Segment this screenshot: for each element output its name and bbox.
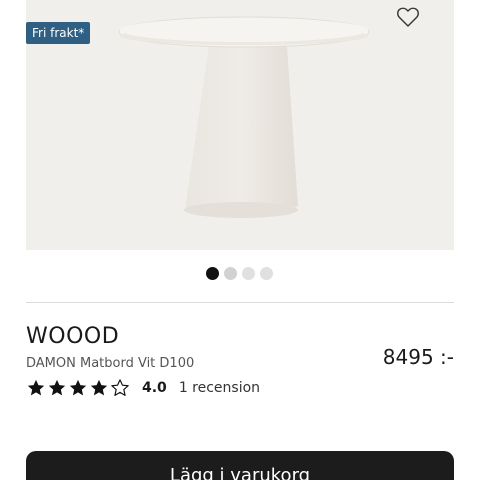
review-count-link[interactable]: 1 recension — [179, 380, 260, 396]
free-shipping-badge: Fri frakt* — [26, 22, 91, 44]
product-name: DAMON Matbord Vit D100 — [26, 356, 195, 371]
product-image-carousel[interactable]: Fri frakt* — [26, 0, 454, 250]
divider — [26, 302, 454, 303]
star-filled-icon — [27, 379, 45, 396]
product-image — [118, 16, 370, 218]
rating-value: 4.0 — [142, 380, 167, 396]
carousel-dot[interactable] — [224, 267, 237, 280]
product-brand: WOOOD — [26, 324, 120, 349]
star-outline-icon — [111, 379, 129, 396]
product-price: 8495 :- — [382, 345, 454, 369]
product-page: Fri frakt* WOOOD DAMON Matbord Vit D100 … — [0, 0, 480, 480]
add-to-cart-button[interactable]: Lägg i varukorg — [26, 451, 454, 480]
star-filled-icon — [69, 379, 87, 396]
carousel-dot[interactable] — [242, 267, 255, 280]
product-rating: 4.0 1 recension — [26, 378, 260, 398]
heart-outline-icon[interactable] — [396, 6, 420, 28]
rating-stars — [26, 378, 130, 398]
star-filled-icon — [90, 379, 108, 396]
carousel-dot[interactable] — [206, 267, 219, 280]
carousel-pagination — [206, 267, 273, 280]
star-filled-icon — [48, 379, 66, 396]
carousel-dot[interactable] — [260, 267, 273, 280]
